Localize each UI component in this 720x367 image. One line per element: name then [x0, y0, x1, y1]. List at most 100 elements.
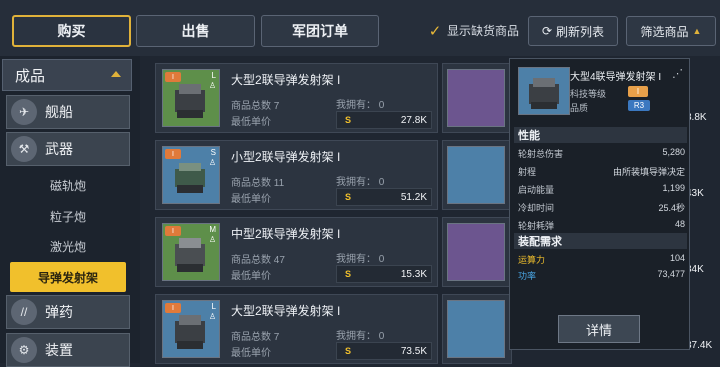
list-item[interactable]: [442, 63, 512, 133]
min-price-label: 最低单价: [231, 271, 271, 282]
price-value: 34K: [686, 264, 704, 275]
tab-buy[interactable]: 购买: [12, 15, 131, 47]
performance-heading: 性能: [514, 127, 687, 143]
min-price-label: 最低单价: [231, 348, 271, 359]
item-thumbnail: [447, 300, 505, 358]
coin-icon: S: [344, 115, 351, 125]
list-item[interactable]: I M ♙ 中型2联导弹发射架 I 商品总数 47 最低单价 我拥有： 0 S …: [155, 217, 438, 287]
price-value: 8.8K: [686, 112, 707, 123]
list-item[interactable]: [442, 294, 512, 364]
device-icon: ⚙: [11, 337, 37, 363]
min-price-label: 最低单价: [231, 117, 271, 128]
weapon-icon: ⚒: [11, 136, 37, 162]
list-item[interactable]: I S ♙ 小型2联导弹发射架 I 商品总数 11 最低单价 我拥有： 0 S …: [155, 140, 438, 210]
refresh-icon: ⟳: [541, 24, 553, 38]
stat-row: 冷却时间 25.4秒: [518, 203, 685, 213]
share-icon[interactable]: ⋰: [672, 67, 683, 80]
subcat-label: 舰船: [45, 104, 73, 120]
tab-legion-orders[interactable]: 军团订单: [261, 15, 379, 47]
sidebar: 成品 ✈ 舰船 ⚒ 武器 磁轨炮 粒子炮 激光炮 导弹发射架 // 弹药 ⚙ 装…: [0, 56, 140, 367]
filter-label: 筛选商品: [640, 24, 689, 39]
item-name: 大型2联导弹发射架 I: [231, 73, 341, 87]
total-row: 商品总数 7: [231, 332, 280, 343]
second-column: [442, 60, 512, 364]
item-thumbnail: [447, 146, 505, 204]
item-thumbnail: [447, 223, 505, 281]
leaf-laser-cannon[interactable]: 激光炮: [10, 233, 126, 259]
price-value: 51.2K: [400, 191, 427, 203]
subcat-weapons[interactable]: ⚒ 武器: [6, 132, 130, 166]
price-value: 27.8K: [400, 114, 427, 126]
coin-icon: S: [344, 269, 351, 279]
refresh-button[interactable]: ⟳ 刷新列表: [528, 16, 618, 46]
subcat-ships[interactable]: ✈ 舰船: [6, 95, 130, 129]
missile-launcher-icon: [175, 315, 205, 349]
detail-name: 大型4联导弹发射架 I: [570, 72, 662, 83]
item-thumbnail: [447, 69, 505, 127]
category-label: 成品: [15, 67, 46, 85]
list-item[interactable]: [442, 140, 512, 210]
missile-launcher-icon: [175, 238, 205, 272]
caret-up-icon: ▲: [692, 26, 702, 36]
item-thumbnail: I S ♙: [162, 146, 220, 204]
refresh-label: 刷新列表: [556, 24, 605, 39]
total-row: 商品总数 7: [231, 101, 280, 112]
filter-button[interactable]: 筛选商品 ▲: [626, 16, 716, 46]
missile-launcher-icon: [175, 84, 205, 118]
item-name: 大型2联导弹发射架 I: [231, 304, 341, 318]
tech-level-badge: I: [628, 86, 648, 97]
caret-up-icon: [111, 71, 121, 77]
subcat-label: 装置: [45, 342, 73, 358]
price-value: 43K: [686, 188, 704, 199]
leaf-particle-cannon[interactable]: 粒子炮: [10, 203, 126, 229]
coin-icon: S: [344, 346, 351, 356]
list-item[interactable]: I L ♙ 大型2联导弹发射架 I 商品总数 7 最低单价 我拥有： 0 S 2…: [155, 63, 438, 133]
item-detail-panel: 大型4联导弹发射架 I ⋰ 科技等级 品质 I R3 性能 轮射总伤害 5,280…: [509, 58, 690, 350]
missile-launcher-icon: [175, 163, 205, 193]
quality-label: 品质: [570, 103, 589, 113]
leaf-railgun[interactable]: 磁轨炮: [10, 172, 126, 198]
owned-row: 我拥有： 0: [336, 100, 385, 111]
owned-row: 我拥有： 0: [336, 331, 385, 342]
req-row: 功率 73,477: [518, 269, 685, 281]
price-box: S 27.8K: [336, 111, 432, 129]
subcat-ammo[interactable]: // 弹药: [6, 295, 130, 329]
price-value: 87.4K: [686, 340, 713, 351]
details-button[interactable]: 详情: [558, 315, 640, 343]
right-edge-prices: 8.8K 43K 34K 87.4K: [686, 60, 720, 363]
checkmark-icon[interactable]: ✓: [427, 23, 443, 40]
list-item[interactable]: I L ♙ 大型2联导弹发射架 I 商品总数 7 最低单价 我拥有： 0 S 7…: [155, 294, 438, 364]
list-item[interactable]: [442, 217, 512, 287]
show-missing-toggle[interactable]: ✓ 显示缺货商品: [427, 22, 519, 40]
total-row: 商品总数 47: [231, 255, 285, 266]
stat-row: 启动能量 1,199: [518, 183, 685, 195]
price-value: 73.5K: [400, 345, 427, 357]
subcat-label: 武器: [45, 141, 73, 157]
subcat-label: 弹药: [45, 304, 73, 320]
price-box: S 73.5K: [336, 342, 432, 360]
owned-row: 我拥有： 0: [336, 177, 385, 188]
coin-icon: S: [344, 192, 351, 202]
owned-row: 我拥有： 0: [336, 254, 385, 265]
stat-row: 轮射总伤害 5,280: [518, 147, 685, 159]
item-list: I L ♙ 大型2联导弹发射架 I 商品总数 7 最低单价 我拥有： 0 S 2…: [150, 60, 440, 364]
price-box: S 15.3K: [336, 265, 432, 283]
subcat-devices[interactable]: ⚙ 装置: [6, 333, 130, 367]
item-thumbnail: I L ♙: [162, 300, 220, 358]
item-name: 小型2联导弹发射架 I: [231, 150, 341, 164]
missile-launcher-icon: [529, 78, 559, 109]
tech-level-label: 科技等级: [570, 89, 607, 99]
ammo-icon: //: [11, 299, 37, 325]
leaf-missile-launcher[interactable]: 导弹发射架: [10, 262, 126, 292]
detail-thumbnail: [518, 67, 570, 115]
price-box: S 51.2K: [336, 188, 432, 206]
stat-row: 轮射耗弹 48: [518, 219, 685, 231]
item-name: 中型2联导弹发射架 I: [231, 227, 341, 241]
tab-sell[interactable]: 出售: [136, 15, 255, 47]
item-thumbnail: I M ♙: [162, 223, 220, 281]
total-row: 商品总数 11: [231, 178, 285, 189]
item-thumbnail: I L ♙: [162, 69, 220, 127]
category-products[interactable]: 成品: [2, 59, 132, 91]
stat-row: 射程 由所装填导弹决定: [518, 167, 685, 177]
requirements-heading: 装配需求: [514, 233, 687, 249]
